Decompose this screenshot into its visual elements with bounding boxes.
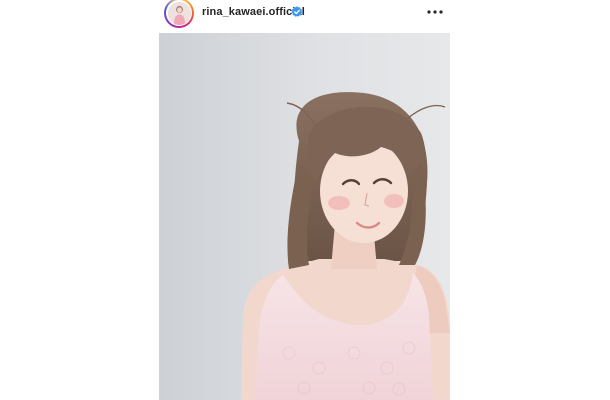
avatar-image bbox=[167, 1, 191, 25]
post-header: rina_kawaei.official bbox=[164, 0, 450, 28]
portrait-image bbox=[159, 33, 450, 400]
story-ring[interactable] bbox=[164, 0, 194, 28]
instagram-post: rina_kawaei.official bbox=[0, 0, 610, 400]
verified-badge-icon bbox=[291, 6, 303, 17]
avatar[interactable] bbox=[167, 1, 191, 25]
more-options-icon[interactable] bbox=[426, 4, 444, 20]
post-photo[interactable] bbox=[159, 33, 450, 400]
username[interactable]: rina_kawaei.official bbox=[202, 6, 305, 18]
